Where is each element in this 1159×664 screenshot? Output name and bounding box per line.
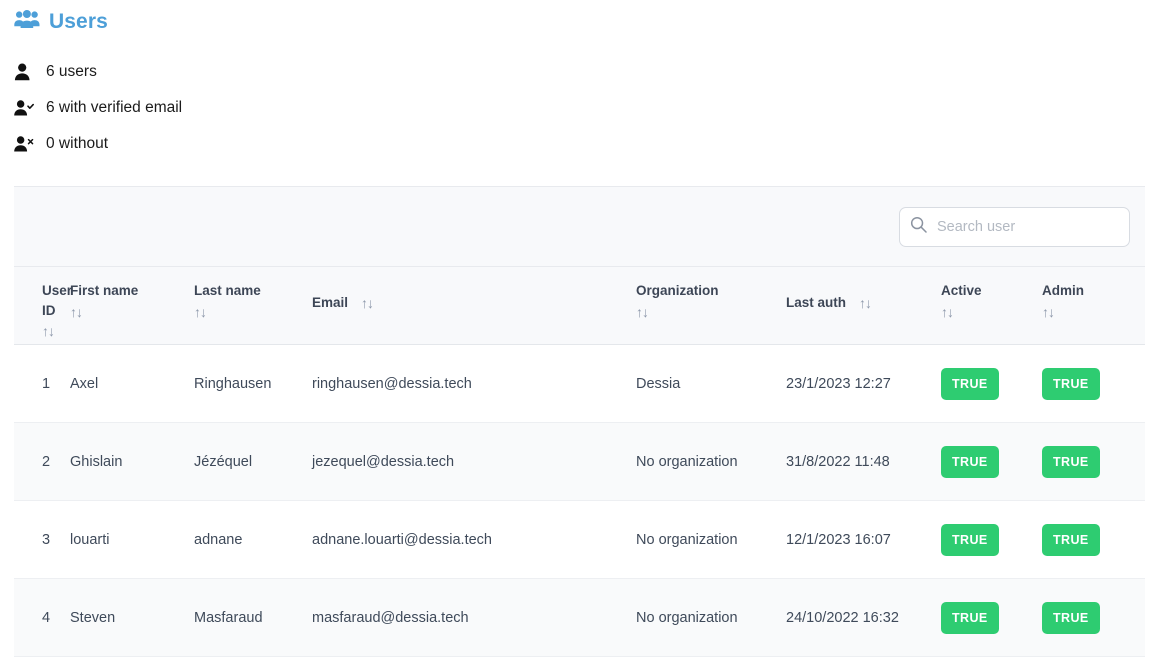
column-header-admin[interactable]: Admin ↑↓: [1042, 267, 1137, 344]
stat-total-users-label: 6 users: [46, 63, 97, 80]
sort-icon-organization[interactable]: ↑↓: [636, 302, 778, 322]
table-row[interactable]: 3 louarti adnane adnane.louarti@dessia.t…: [14, 501, 1145, 579]
column-header-last-auth[interactable]: Last auth ↑↓: [786, 267, 941, 344]
column-header-admin-label: Admin: [1042, 283, 1084, 298]
cell-admin: TRUE: [1042, 445, 1137, 478]
admin-badge[interactable]: TRUE: [1042, 445, 1100, 478]
cell-admin: TRUE: [1042, 601, 1137, 634]
sort-icon-active[interactable]: ↑↓: [941, 302, 1034, 322]
cell-admin: TRUE: [1042, 523, 1137, 556]
table-row[interactable]: 1 Axel Ringhausen ringhausen@dessia.tech…: [14, 345, 1145, 423]
cell-organization: No organization: [636, 453, 738, 470]
cell-user-id: 3: [42, 531, 51, 548]
stat-unverified-users: 0 without: [14, 126, 1159, 162]
admin-badge[interactable]: TRUE: [1042, 367, 1100, 400]
column-header-active-label: Active: [941, 283, 982, 298]
column-header-first-name-label: First name: [70, 283, 139, 298]
sort-icon-email[interactable]: ↑↓: [361, 293, 374, 313]
cell-email: ringhausen@dessia.tech: [312, 375, 472, 392]
column-header-user-id-label: User ID: [42, 283, 73, 318]
cell-email: jezequel@dessia.tech: [312, 453, 455, 470]
stat-verified-users-label: 6 with verified email: [46, 99, 183, 116]
cell-first-name: Ghislain: [70, 453, 123, 470]
cell-first-name: louarti: [70, 531, 110, 548]
cell-organization: No organization: [636, 609, 738, 626]
user-stats: 6 users 6 with verified email 0 without: [0, 38, 1159, 162]
users-table-card: User ID ↑↓ First name ↑↓ Last name ↑↓ Em…: [14, 186, 1145, 657]
cell-active: TRUE: [941, 523, 1042, 556]
cell-first-name: Steven: [70, 609, 116, 626]
person-check-icon: [14, 99, 34, 117]
stat-unverified-users-label: 0 without: [46, 135, 109, 152]
column-header-organization-label: Organization: [636, 283, 719, 298]
cell-last-name: adnane: [194, 531, 243, 548]
cell-active: TRUE: [941, 601, 1042, 634]
active-badge[interactable]: TRUE: [941, 367, 999, 400]
sort-icon-user-id[interactable]: ↑↓: [42, 321, 62, 341]
cell-last-name: Masfaraud: [194, 609, 263, 626]
cell-active: TRUE: [941, 445, 1042, 478]
table-header-row: User ID ↑↓ First name ↑↓ Last name ↑↓ Em…: [14, 267, 1145, 345]
cell-active: TRUE: [941, 367, 1042, 400]
cell-last-name: Ringhausen: [194, 375, 272, 392]
active-badge[interactable]: TRUE: [941, 601, 999, 634]
stat-total-users: 6 users: [14, 54, 1159, 90]
admin-badge[interactable]: TRUE: [1042, 523, 1100, 556]
cell-last-name: Jézéquel: [194, 453, 253, 470]
table-row[interactable]: 4 Steven Masfaraud masfaraud@dessia.tech…: [14, 579, 1145, 657]
users-page: Users 6 users 6 with verified email 0 wi…: [0, 0, 1159, 664]
person-x-icon: [14, 135, 34, 153]
column-header-last-auth-label: Last auth: [786, 295, 847, 310]
column-header-email[interactable]: Email ↑↓: [312, 267, 636, 344]
table-toolbar: [14, 187, 1145, 267]
stat-verified-users: 6 with verified email: [14, 90, 1159, 126]
cell-email: masfaraud@dessia.tech: [312, 609, 469, 626]
column-header-user-id[interactable]: User ID ↑↓: [14, 267, 73, 344]
cell-admin: TRUE: [1042, 367, 1137, 400]
search-user-box[interactable]: [899, 206, 1130, 247]
admin-badge[interactable]: TRUE: [1042, 601, 1100, 634]
sort-icon-admin[interactable]: ↑↓: [1042, 302, 1129, 322]
table-row[interactable]: 2 Ghislain Jézéquel jezequel@dessia.tech…: [14, 423, 1145, 501]
column-header-email-label: Email: [312, 295, 349, 310]
person-icon: [14, 63, 34, 81]
cell-user-id: 2: [42, 453, 51, 470]
cell-first-name: Axel: [70, 375, 99, 392]
cell-last-auth: 31/8/2022 11:48: [786, 453, 890, 470]
cell-organization: Dessia: [636, 375, 681, 392]
cell-last-auth: 12/1/2023 16:07: [786, 531, 891, 548]
active-badge[interactable]: TRUE: [941, 523, 999, 556]
cell-last-auth: 23/1/2023 12:27: [786, 375, 891, 392]
active-badge[interactable]: TRUE: [941, 445, 999, 478]
column-header-last-name[interactable]: Last name ↑↓: [194, 267, 312, 344]
sort-icon-last-auth[interactable]: ↑↓: [859, 293, 872, 313]
page-header: Users: [0, 0, 1159, 38]
users-group-icon: [14, 10, 40, 34]
cell-user-id: 4: [42, 609, 51, 626]
cell-organization: No organization: [636, 531, 738, 548]
column-header-first-name[interactable]: First name ↑↓: [70, 267, 194, 344]
sort-icon-first-name[interactable]: ↑↓: [70, 302, 186, 322]
cell-user-id: 1: [42, 375, 51, 392]
column-header-last-name-label: Last name: [194, 283, 261, 298]
column-header-organization[interactable]: Organization ↑↓: [636, 267, 786, 344]
cell-email: adnane.louarti@dessia.tech: [312, 531, 492, 548]
cell-last-auth: 24/10/2022 16:32: [786, 609, 899, 626]
sort-icon-last-name[interactable]: ↑↓: [194, 302, 304, 322]
search-input[interactable]: [935, 217, 1119, 236]
page-title: Users: [49, 10, 108, 33]
column-header-active[interactable]: Active ↑↓: [941, 267, 1042, 344]
search-icon: [910, 216, 927, 238]
